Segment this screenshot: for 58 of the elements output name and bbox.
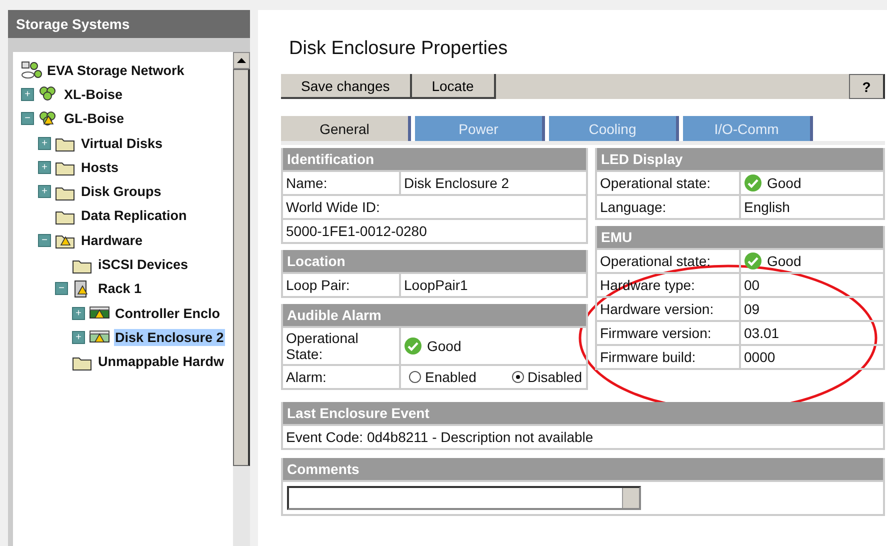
field-value: 5000-1FE1-0012-0280 <box>285 222 428 241</box>
field-value: 03.01 <box>743 324 780 343</box>
check-icon <box>744 174 762 192</box>
tree-item[interactable]: EVA Storage Network <box>46 62 186 79</box>
field-label: Operational state: <box>597 172 741 194</box>
tree-item[interactable]: Hardware <box>80 232 144 249</box>
field-value: 00 <box>743 276 761 295</box>
section-title: Last Enclosure Event <box>283 402 883 424</box>
event-text: Event Code: 0d4b8211 - Description not available <box>285 428 594 447</box>
tree-item[interactable]: Disk Enclosure 2 <box>114 328 225 346</box>
check-icon <box>744 252 762 270</box>
status-text: Good <box>767 175 802 191</box>
field-label: Language: <box>597 196 741 218</box>
page-title: Disk Enclosure Properties <box>289 38 509 60</box>
toolbar-button[interactable]: Locate <box>412 74 496 99</box>
field-value: English <box>743 198 791 217</box>
section-title: LED Display <box>597 148 883 170</box>
up-arrow-icon <box>237 58 246 63</box>
section-title: Location <box>283 250 586 272</box>
sidebar-title: Storage Systems <box>8 10 250 38</box>
section-title: Identification <box>283 148 586 170</box>
check-icon <box>404 337 422 355</box>
comments-field[interactable] <box>287 486 641 510</box>
scrollbar-thumb[interactable] <box>233 69 250 466</box>
tab[interactable]: General <box>281 116 411 141</box>
field-value: World Wide ID: <box>285 198 381 217</box>
tree-item[interactable]: GL-Boise <box>63 110 126 128</box>
status-text: Good <box>767 253 802 269</box>
field-label: Name: <box>283 172 401 194</box>
field-label: Firmware build: <box>597 346 741 368</box>
field-label: Alarm: <box>283 366 401 388</box>
radio-option[interactable]: Disabled <box>512 369 582 385</box>
tree-item[interactable]: Data Replication <box>80 207 188 224</box>
field-label: Loop Pair: <box>283 274 401 296</box>
field-value: LoopPair1 <box>403 276 469 295</box>
section-title: Audible Alarm <box>283 304 586 326</box>
field-label: Operational state: <box>597 250 741 272</box>
help-button[interactable]: ? <box>849 74 885 99</box>
section-title: Comments <box>283 458 883 480</box>
tree-item[interactable]: Rack 1 <box>97 280 143 298</box>
status-text: Good <box>427 338 462 354</box>
tree-item[interactable]: Virtual Disks <box>80 134 164 152</box>
toolbar-button[interactable]: Save changes <box>281 74 412 99</box>
tree-item[interactable]: iSCSI Devices <box>97 256 190 274</box>
field-label: Hardware version: <box>597 298 741 320</box>
tree-item[interactable]: XL-Boise <box>63 86 124 103</box>
tree-item[interactable]: Disk Groups <box>80 183 162 200</box>
field-value: 09 <box>743 300 761 319</box>
field-value: Disk Enclosure 2 <box>403 174 510 193</box>
tree-item[interactable]: Unmappable Hardw <box>97 353 226 370</box>
section-title: EMU <box>597 226 883 248</box>
field-label: Firmware version: <box>597 322 741 344</box>
field-value: 0000 <box>743 348 776 367</box>
tree-item[interactable]: Controller Enclo <box>114 304 222 322</box>
tree-item[interactable]: Hosts <box>80 158 120 176</box>
field-label: Operational State: <box>283 328 401 364</box>
radio-option[interactable]: Enabled <box>409 369 476 385</box>
scroll-up-button[interactable] <box>233 52 250 69</box>
